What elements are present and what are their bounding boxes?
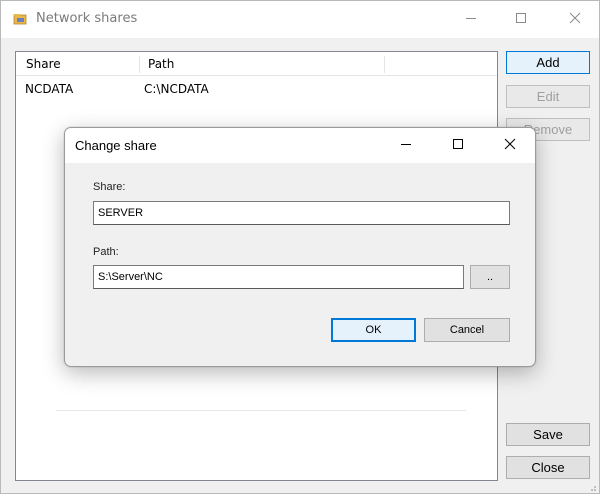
- dialog-maximize-button[interactable]: [435, 128, 481, 162]
- maximize-button[interactable]: [498, 1, 544, 37]
- cancel-button[interactable]: Cancel: [424, 318, 510, 342]
- dialog-minimize-button[interactable]: [383, 128, 429, 162]
- column-separator[interactable]: [139, 56, 140, 73]
- browse-button[interactable]: ..: [470, 265, 510, 289]
- close-icon: [504, 138, 516, 153]
- path-input[interactable]: S:\Server\NC: [93, 265, 464, 289]
- column-header-share[interactable]: Share: [26, 57, 61, 71]
- edit-button[interactable]: Edit: [506, 85, 590, 108]
- divider: [56, 410, 466, 411]
- list-header: Share Path: [16, 52, 497, 76]
- maximize-icon: [452, 138, 464, 153]
- folder-network-icon: [13, 12, 27, 26]
- close-button[interactable]: Close: [506, 456, 590, 479]
- cell-share: NCDATA: [25, 82, 74, 96]
- cell-path: C:\NCDATA: [144, 82, 209, 96]
- dialog-title: Change share: [75, 138, 157, 153]
- add-button[interactable]: Add: [506, 51, 590, 74]
- close-icon: [569, 12, 581, 27]
- window-title: Network shares: [36, 11, 138, 26]
- dialog-close-button[interactable]: [487, 128, 533, 162]
- share-label: Share:: [93, 181, 126, 193]
- minimize-icon: [400, 138, 412, 153]
- path-label: Path:: [93, 246, 119, 258]
- share-input[interactable]: SERVER: [93, 201, 510, 225]
- column-header-path[interactable]: Path: [148, 57, 174, 71]
- save-button[interactable]: Save: [506, 423, 590, 446]
- dialog-title-bar[interactable]: Change share: [65, 128, 535, 163]
- resize-grip-icon[interactable]: [587, 481, 597, 491]
- change-share-dialog: Change share Share: SERVER Path: S:\Serv…: [64, 127, 536, 367]
- title-bar[interactable]: Network shares: [1, 1, 599, 38]
- close-window-button[interactable]: [552, 1, 598, 37]
- minimize-button[interactable]: [448, 1, 494, 37]
- maximize-icon: [515, 12, 527, 27]
- column-separator[interactable]: [384, 56, 385, 73]
- ok-button[interactable]: OK: [331, 318, 416, 342]
- minimize-icon: [465, 12, 477, 27]
